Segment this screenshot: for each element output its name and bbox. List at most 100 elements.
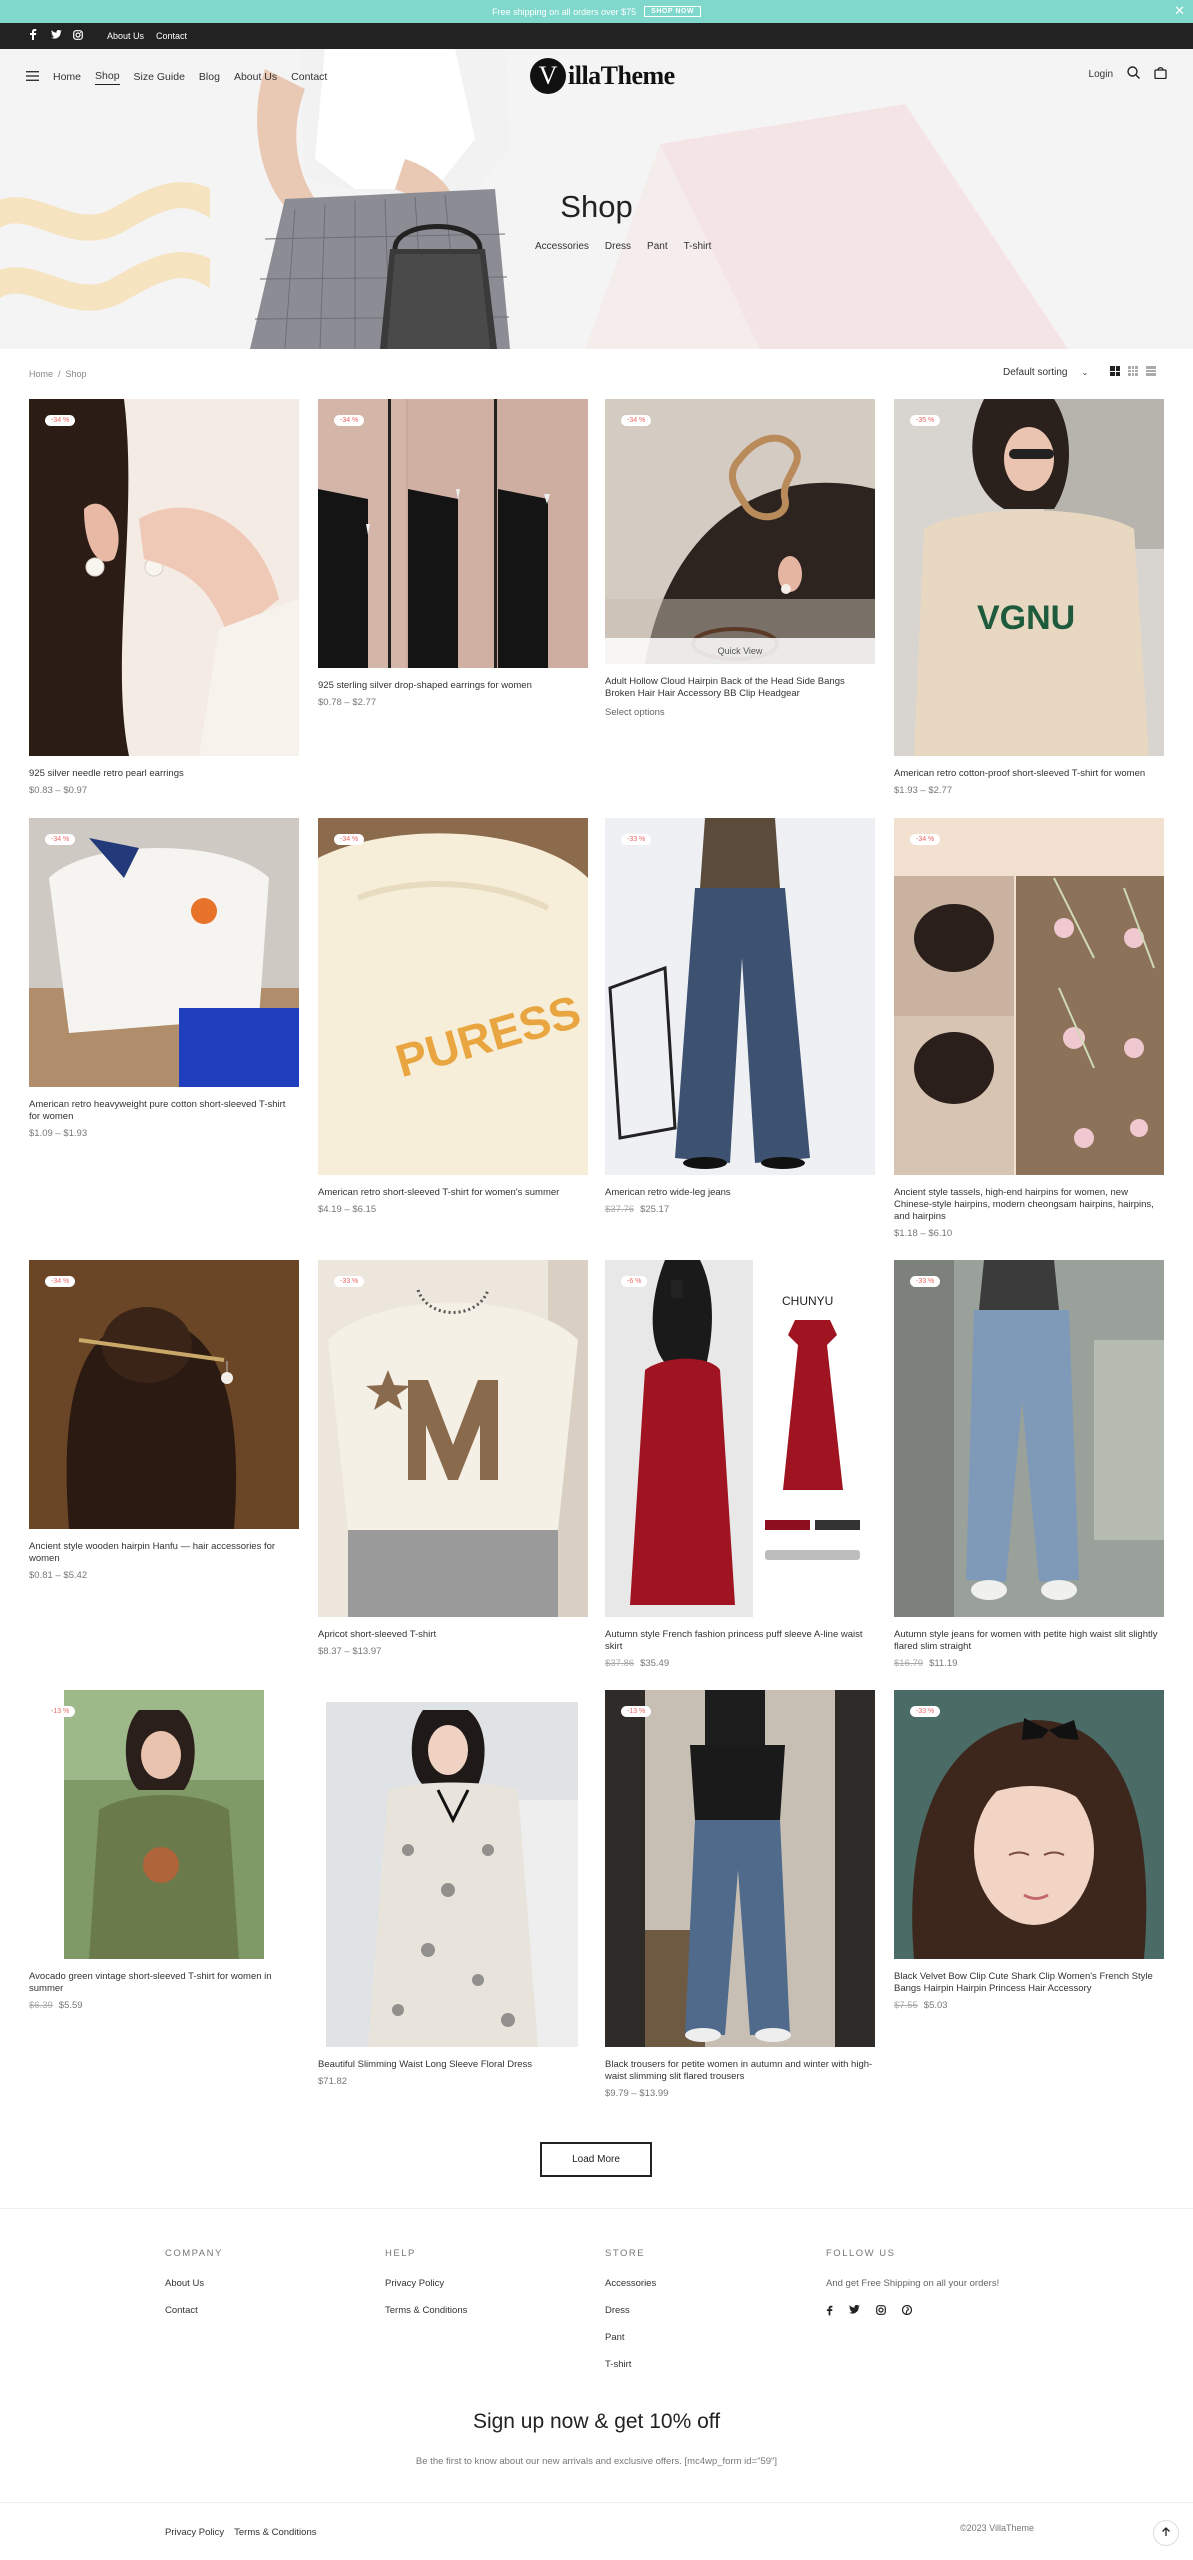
hero-category-dress[interactable]: Dress [605,241,631,252]
product-name[interactable]: American retro cotton-proof short-sleeve… [894,768,1164,780]
product-name[interactable]: American retro heavyweight pure cotton s… [29,1099,299,1123]
load-more-button[interactable]: Load More [540,2142,652,2177]
product-price: $16.79 $11.19 [894,1658,1164,1669]
product-card[interactable]: -34 % Quick View Adult Hollow Cloud Hair… [605,399,875,718]
site-logo[interactable]: V illaTheme [530,58,675,94]
product-name[interactable]: 925 sterling silver drop-shaped earrings… [318,680,588,692]
footer-help-column: HELP Privacy Policy Terms & Conditions [385,2248,467,2332]
product-price: $8.37 – $13.97 [318,1646,588,1657]
footer-link-terms[interactable]: Terms & Conditions [385,2305,467,2316]
product-image[interactable]: -33 % [894,1690,1164,1959]
product-name[interactable]: American retro wide-leg jeans [605,1187,875,1199]
product-name[interactable]: Beautiful Slimming Waist Long Sleeve Flo… [318,2059,588,2071]
instagram-icon[interactable] [73,29,95,43]
product-name[interactable]: 925 silver needle retro pearl earrings [29,768,299,780]
footer-link-contact[interactable]: Contact [165,2305,223,2316]
product-card[interactable]: -33 % Apricot short-sleeved T-shirt $8.3… [318,1260,588,1657]
cart-icon[interactable] [1154,66,1167,82]
nav-about-us[interactable]: About Us [234,71,277,83]
product-image[interactable]: -34 % Quick View [605,399,875,664]
product-name[interactable]: Adult Hollow Cloud Hairpin Back of the H… [605,676,875,700]
product-image[interactable]: -34 % [894,818,1164,1175]
product-name[interactable]: Autumn style jeans for women with petite… [894,1629,1164,1653]
select-options-link[interactable]: Select options [605,707,875,718]
bottom-link-terms[interactable]: Terms & Conditions [234,2527,316,2538]
nav-shop[interactable]: Shop [95,70,120,85]
hero-category-accessories[interactable]: Accessories [535,241,589,252]
product-card[interactable]: CHUNYU -6 % Autumn style French fashion … [605,1260,875,1669]
product-name[interactable]: Black trousers for petite women in autum… [605,2059,875,2083]
twitter-icon[interactable] [51,29,73,42]
bottom-link-privacy[interactable]: Privacy Policy [165,2527,224,2538]
product-name[interactable]: Apricot short-sleeved T-shirt [318,1629,588,1641]
twitter-icon[interactable] [849,2304,860,2319]
product-image[interactable]: -33 % [894,1260,1164,1617]
product-card[interactable]: -13 % Black trousers for petite women in… [605,1690,875,2099]
product-image[interactable]: -34 % [29,818,299,1087]
product-image[interactable]: -33 % [605,818,875,1175]
search-icon[interactable] [1127,66,1140,82]
shop-now-button[interactable]: SHOP NOW [644,6,701,17]
product-card[interactable]: Beautiful Slimming Waist Long Sleeve Flo… [318,1690,588,2087]
product-image[interactable]: -34 % [29,1260,299,1529]
footer-link-privacy[interactable]: Privacy Policy [385,2278,467,2289]
product-image[interactable]: -34 % [318,399,588,668]
product-card[interactable]: -34 % 925 silver needle retro pearl earr… [29,399,299,796]
footer-link-tshirt[interactable]: T-shirt [605,2359,656,2370]
product-image[interactable]: CHUNYU -6 % [605,1260,875,1617]
nav-size-guide[interactable]: Size Guide [134,71,185,83]
footer-link-dress[interactable]: Dress [605,2305,656,2316]
pinterest-icon[interactable] [901,2304,913,2319]
nav-blog[interactable]: Blog [199,71,220,83]
product-card[interactable]: -34 % 925 sterling silver drop-shaped ea… [318,399,588,708]
header-actions: Login [1089,66,1167,82]
back-to-top-button[interactable] [1153,2520,1179,2546]
product-image[interactable]: -33 % [318,1260,588,1617]
product-image[interactable] [318,1690,588,2047]
product-card[interactable]: -33 % Black Velvet Bow Clip Cute Shark C… [894,1690,1164,2011]
list-view-icon[interactable] [1146,366,1156,376]
facebook-icon[interactable] [826,2305,833,2319]
close-icon[interactable]: ✕ [1174,3,1185,19]
hero-category-pant[interactable]: Pant [647,241,668,252]
nav-home[interactable]: Home [53,71,81,83]
product-image[interactable]: VGNU -35 % [894,399,1164,756]
topbar-about-link[interactable]: About Us [107,31,144,41]
product-image[interactable]: -13 % [29,1690,299,1959]
footer-link-about[interactable]: About Us [165,2278,223,2289]
topbar-contact-link[interactable]: Contact [156,31,187,41]
product-card[interactable]: -34 % Ancient style tassels, high-end ha… [894,818,1164,1239]
product-name[interactable]: Ancient style tassels, high-end hairpins… [894,1187,1164,1223]
nav-contact[interactable]: Contact [291,71,327,83]
quick-view-button[interactable]: Quick View [605,638,875,664]
product-card[interactable]: -34 % American retro heavyweight pure co… [29,818,299,1139]
grid-3-view-icon[interactable] [1128,366,1138,376]
product-card[interactable]: -34 % Ancient style wooden hairpin Hanfu… [29,1260,299,1581]
facebook-icon[interactable] [29,29,51,43]
product-card[interactable]: VGNU -35 % American retro cotton-proof s… [894,399,1164,796]
product-card[interactable]: -33 % Autumn style jeans for women with … [894,1260,1164,1669]
product-name[interactable]: Black Velvet Bow Clip Cute Shark Clip Wo… [894,1971,1164,1995]
product-card[interactable]: -33 % American retro wide-leg jeans $37.… [605,818,875,1215]
login-link[interactable]: Login [1089,69,1113,80]
product-name[interactable]: American retro short-sleeved T-shirt for… [318,1187,588,1199]
discount-badge: -34 % [334,834,365,845]
product-image[interactable]: -13 % [605,1690,875,2047]
product-name[interactable]: Ancient style wooden hairpin Hanfu — hai… [29,1541,299,1565]
footer-link-pant[interactable]: Pant [605,2332,656,2343]
logo-text: illaTheme [568,61,675,90]
sort-select[interactable]: Default sorting ⌄ [1003,367,1088,378]
product-card[interactable]: PURESS -34 % American retro short-sleeve… [318,818,588,1215]
product-name[interactable]: Avocado green vintage short-sleeved T-sh… [29,1971,299,1995]
product-image[interactable]: PURESS -34 % [318,818,588,1175]
hero-category-tshirt[interactable]: T-shirt [684,241,712,252]
grid-2-view-icon[interactable] [1110,366,1120,376]
hamburger-menu-icon[interactable] [26,70,40,84]
product-card[interactable]: -13 % Avocado green vintage short-sleeve… [29,1690,299,2011]
breadcrumb-home[interactable]: Home [29,369,53,379]
product-image[interactable]: -34 % [29,399,299,756]
instagram-icon[interactable] [876,2305,886,2319]
product-name[interactable]: Autumn style French fashion princess puf… [605,1629,875,1653]
product-photo [894,818,1164,1175]
footer-link-accessories[interactable]: Accessories [605,2278,656,2289]
